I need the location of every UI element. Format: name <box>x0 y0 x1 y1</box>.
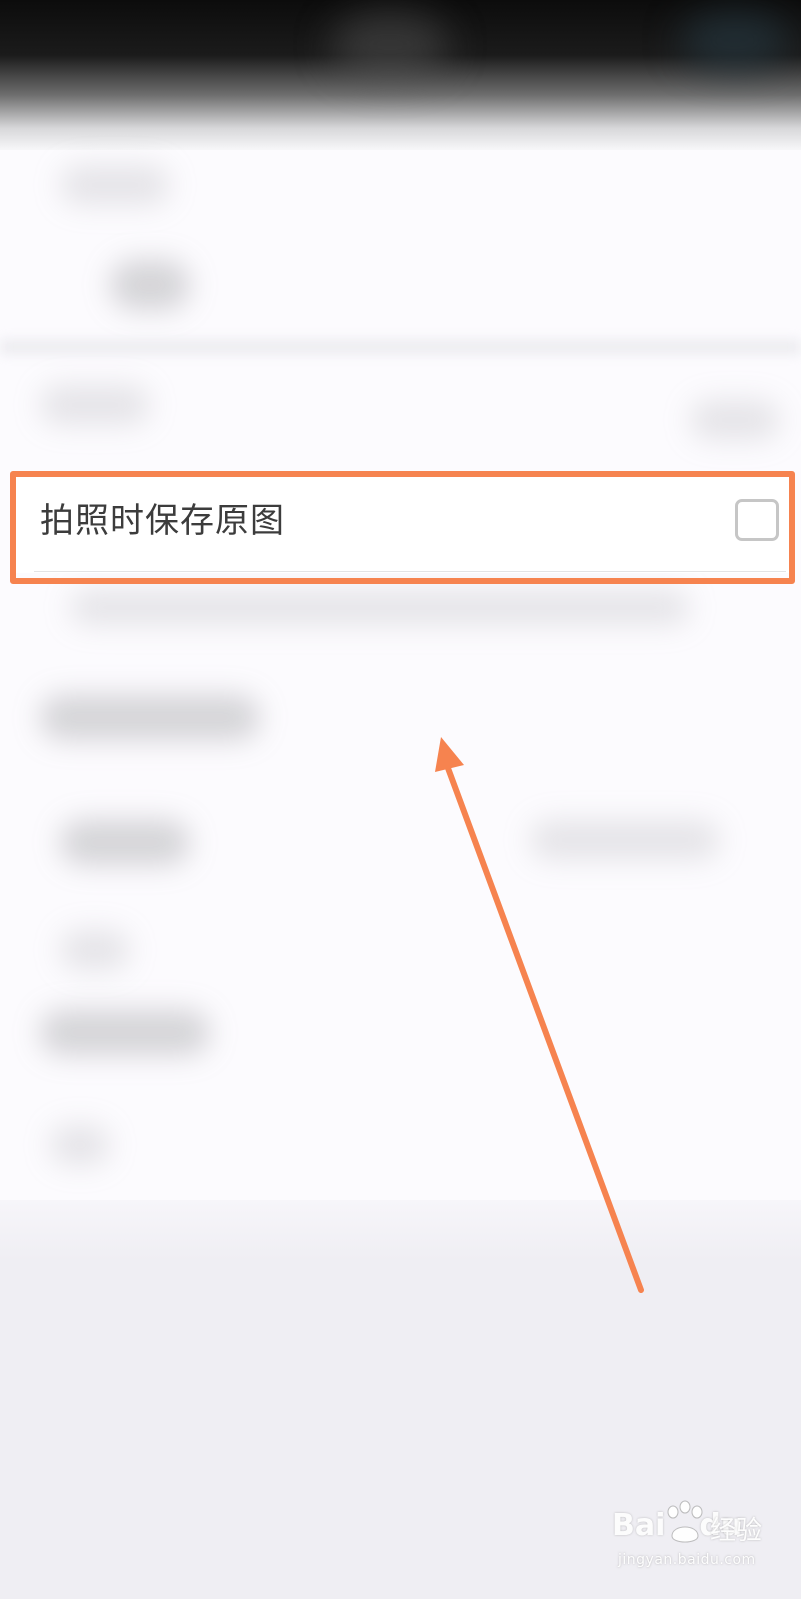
baidu-paw-icon <box>667 1500 703 1543</box>
watermark-brand: 经验 <box>710 1516 763 1546</box>
watermark-logo-bai: Bai <box>612 1508 666 1543</box>
baidu-jingyan-watermark: Bai du 经验 jingyan.baidu.com <box>612 1500 762 1580</box>
annotation-arrow-icon <box>435 737 644 1293</box>
watermark-url: jingyan.baidu.com <box>618 1552 756 1568</box>
